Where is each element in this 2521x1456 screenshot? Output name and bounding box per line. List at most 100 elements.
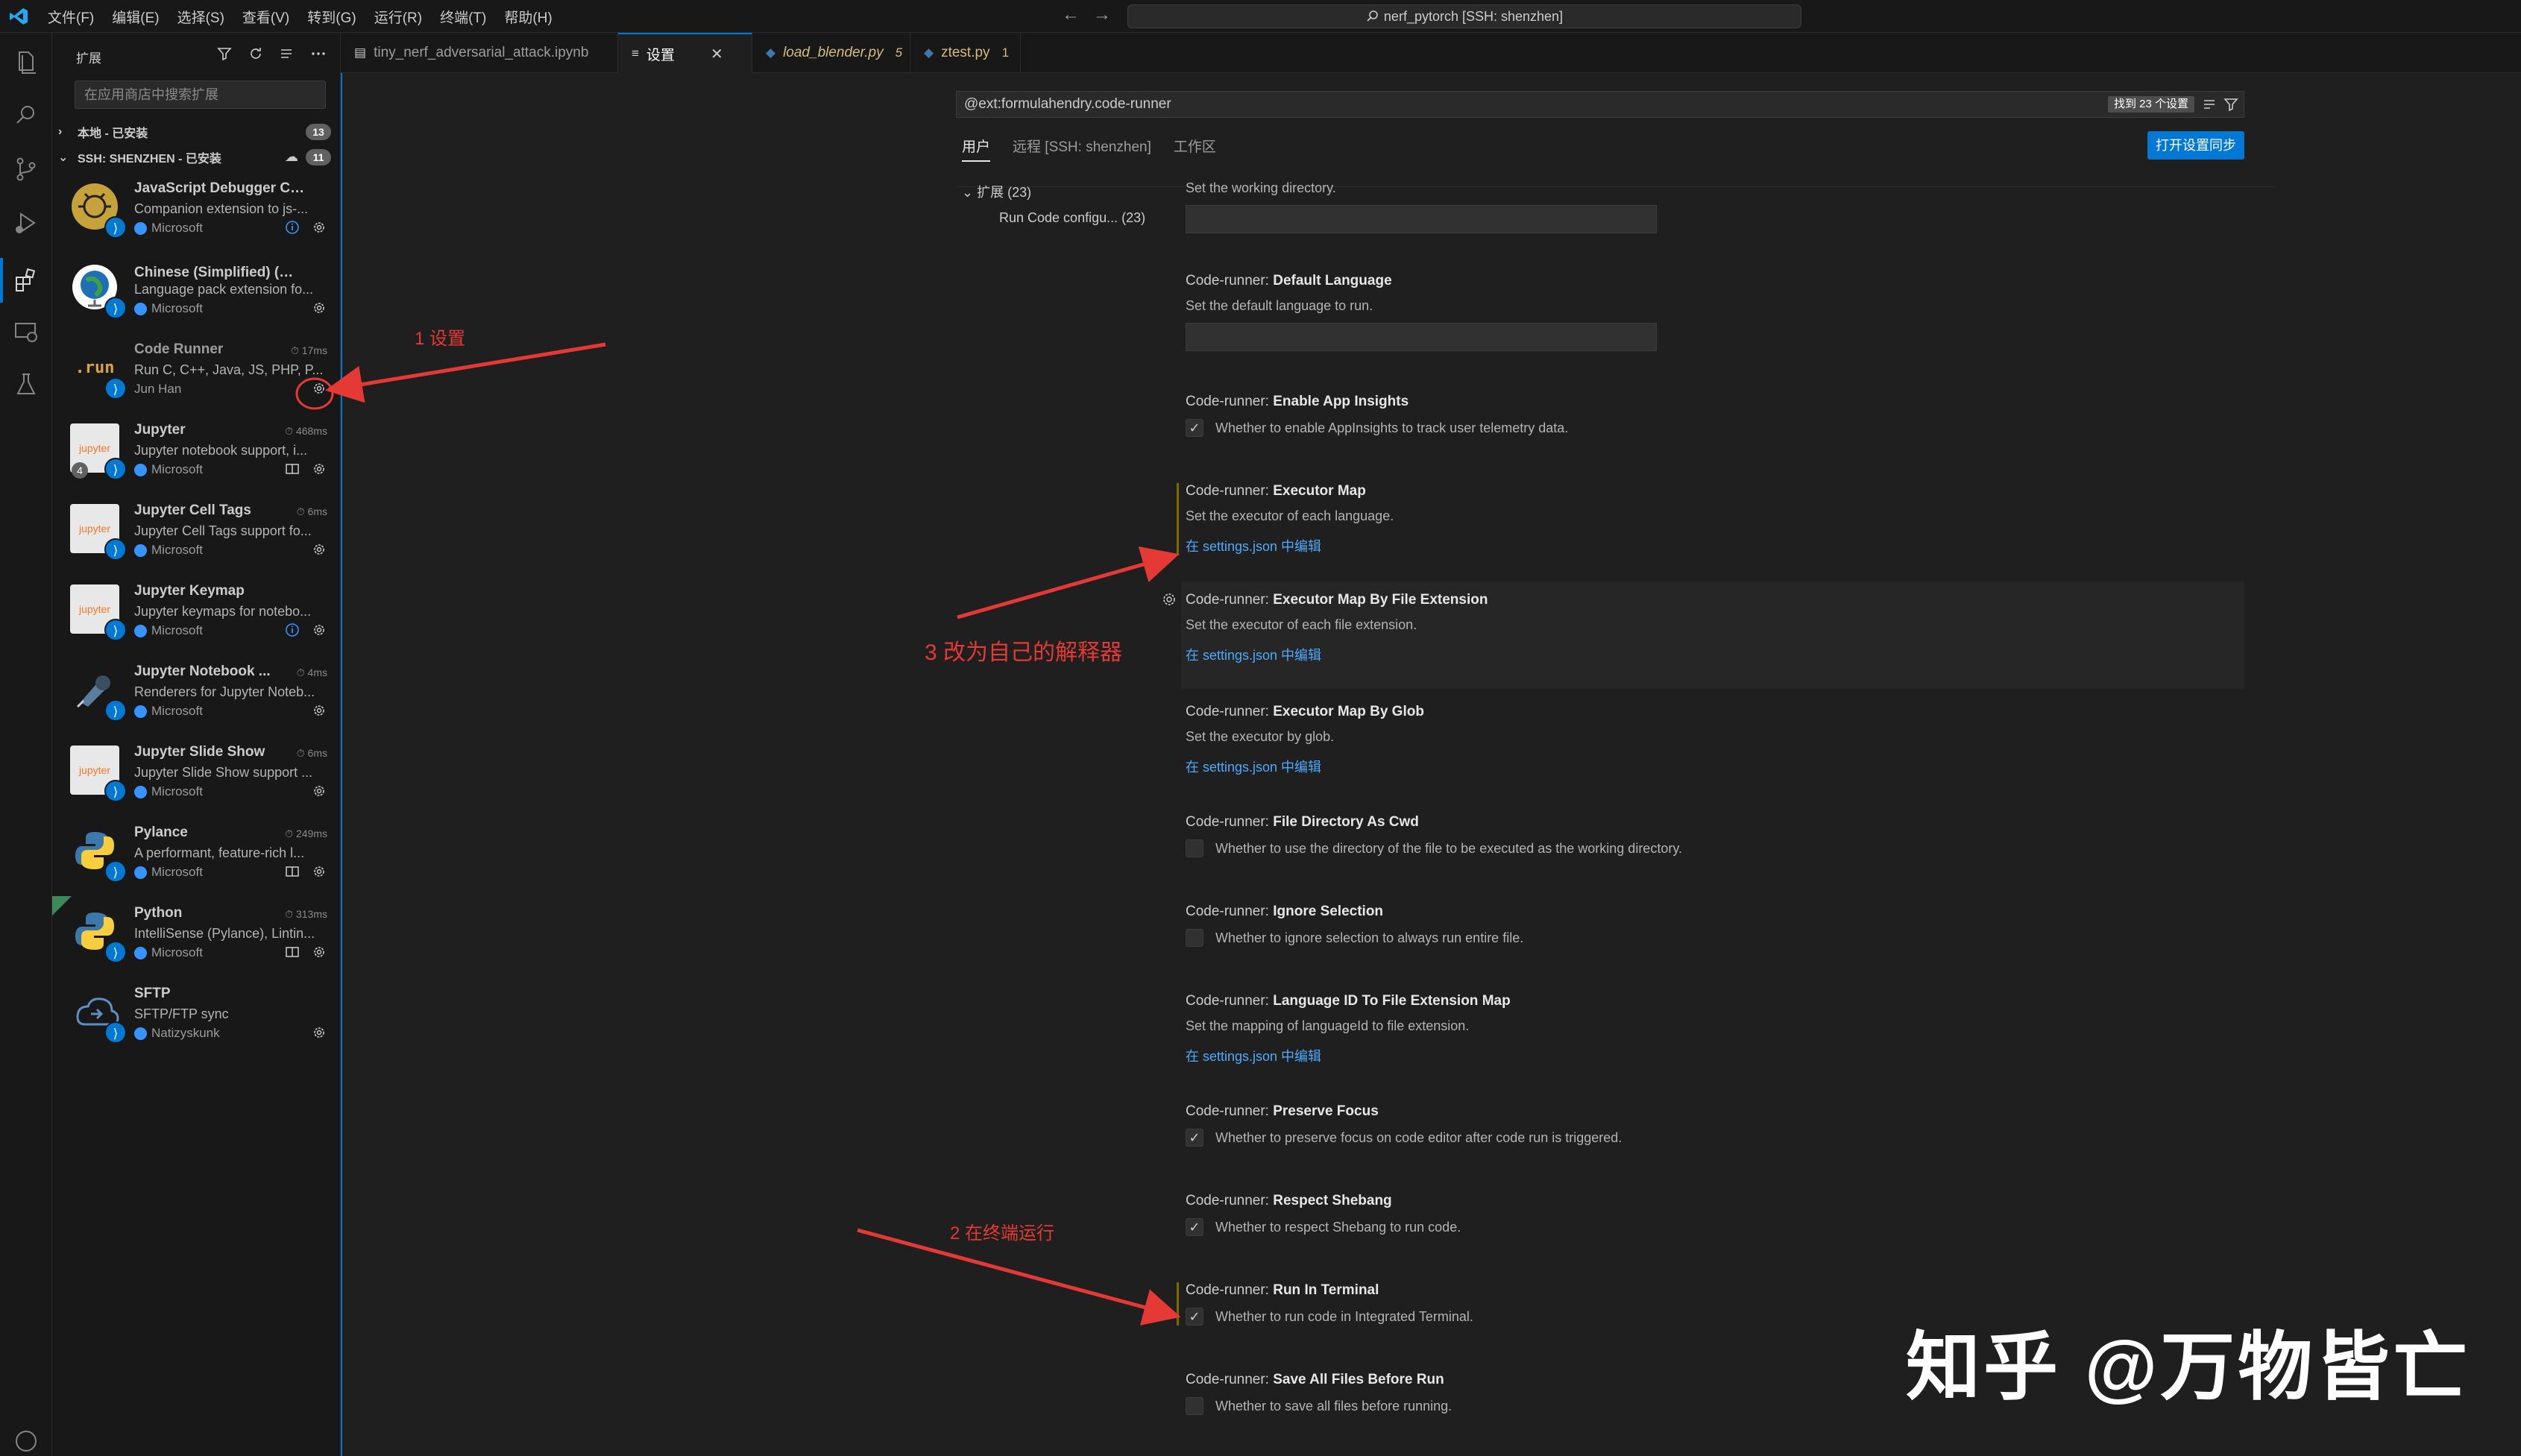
extension-item-jupyter-slide-show[interactable]: jupyter ⟩ Jupyter Slide Show ⏱ 6ms Jupyt… — [52, 735, 341, 816]
gear-icon[interactable] — [311, 944, 327, 960]
tab-ztest[interactable]: ◆ ztest.py 1 — [910, 33, 1021, 73]
setting-title: Code-runner: Preserve Focus — [1186, 1103, 2244, 1120]
tab-load-blender[interactable]: ◆ load_blender.py 5 — [752, 33, 910, 73]
gear-icon[interactable] — [311, 541, 327, 558]
extension-item-jupyter-keymap[interactable]: jupyter ⟩ Jupyter Keymap Jupyter keymaps… — [52, 574, 341, 655]
gear-icon[interactable] — [311, 783, 327, 799]
more-actions-icon[interactable] — [309, 45, 327, 63]
extension-item-code-runner[interactable]: .run ⟩ Code Runner ⏱ 17ms Run C, C++, Ja… — [52, 333, 341, 413]
remote-explorer-icon[interactable] — [10, 316, 42, 347]
settings-sync-button[interactable]: 打开设置同步 — [2147, 131, 2244, 160]
split-extension-icon[interactable] — [284, 944, 300, 960]
extension-item-jupyter-notebook-renderers[interactable]: ⟩ Jupyter Notebook ... ⏱ 4ms Renderers f… — [52, 655, 341, 735]
gear-icon[interactable] — [311, 300, 327, 316]
settings-search-input[interactable]: @ext:formulahendry.code-runner 找到 23 个设置 — [956, 91, 2244, 118]
setting-checkbox[interactable] — [1186, 1397, 1203, 1415]
close-icon[interactable]: ✕ — [711, 45, 723, 63]
search-icon[interactable] — [10, 100, 42, 131]
tab-settings[interactable]: ≡ 设置 ✕ — [618, 33, 752, 73]
setting-default-language: Code-runner: Default Language Set the de… — [1186, 273, 2244, 351]
setting-input[interactable] — [1186, 205, 1657, 233]
accounts-icon[interactable] — [10, 1425, 42, 1456]
menu-selection[interactable]: 选择(S) — [177, 7, 224, 27]
setting-checkbox[interactable] — [1186, 839, 1203, 857]
filter-icon[interactable] — [215, 45, 233, 63]
vscode-logo-icon[interactable] — [9, 7, 28, 26]
refresh-icon[interactable] — [247, 45, 265, 63]
gear-icon[interactable] — [311, 702, 327, 719]
source-control-icon[interactable] — [10, 154, 42, 185]
setting-checkbox[interactable]: ✓ — [1186, 419, 1203, 437]
extension-item-jupyter[interactable]: jupyter ⟩ 4 Jupyter ⏱ 468ms Jupyter note… — [52, 413, 341, 494]
gear-icon[interactable] — [311, 461, 327, 477]
setting-checkbox[interactable]: ✓ — [1186, 1129, 1203, 1147]
setting-input[interactable] — [1186, 323, 1657, 351]
time-value: 17ms — [301, 344, 327, 356]
forward-arrow-icon[interactable]: → — [1093, 4, 1111, 25]
extension-tools — [284, 944, 327, 960]
extension-item-js-debugger[interactable]: ⟩ JavaScript Debugger Com... Companion e… — [52, 171, 341, 252]
back-arrow-icon[interactable]: ← — [1062, 4, 1080, 25]
toc-extensions[interactable]: ⌄ 扩展 (23) — [962, 182, 1145, 201]
menu-edit[interactable]: 编辑(E) — [112, 7, 159, 27]
gear-icon[interactable] — [311, 863, 327, 880]
command-center[interactable]: nerf_pytorch [SSH: shenzhen] — [1127, 4, 1801, 28]
menu-view[interactable]: 查看(V) — [242, 7, 289, 27]
extension-publisher: Microsoft — [134, 784, 203, 799]
toc-run-code[interactable]: Run Code configu... (23) — [999, 210, 1145, 226]
run-debug-icon[interactable] — [10, 207, 42, 239]
setting-checkbox[interactable]: ✓ — [1186, 1218, 1203, 1236]
edit-in-settings-json-link[interactable]: 在 settings.json 中编辑 — [1186, 536, 2244, 555]
cloud-download-icon[interactable]: ☁ — [285, 149, 298, 165]
extensions-sidebar: 扩展 在应用商店中搜索扩展 › 本地 - 已安装 13 ⌄ SSH: SHENZ… — [52, 33, 341, 1456]
gear-icon[interactable] — [311, 380, 327, 397]
setting-checkbox[interactable]: ✓ — [1186, 1308, 1203, 1326]
group-local-installed[interactable]: › 本地 - 已安装 13 — [58, 121, 334, 143]
title-bar: 文件(F) 编辑(E) 选择(S) 查看(V) 转到(G) 运行(R) 终端(T… — [0, 0, 2521, 33]
tab-remote[interactable]: 远程 [SSH: shenzhen] — [1013, 136, 1151, 162]
menu-file[interactable]: 文件(F) — [48, 7, 94, 27]
tab-user[interactable]: 用户 — [962, 136, 991, 162]
extension-item-pylance[interactable]: ⟩ Pylance ⏱ 249ms A performant, feature-… — [52, 816, 341, 896]
tab-workspace[interactable]: 工作区 — [1174, 136, 1216, 162]
menu-run[interactable]: 运行(R) — [374, 7, 422, 27]
extension-item-python[interactable]: ⟩ Python ⏱ 313ms IntelliSense (Pylance),… — [52, 896, 341, 977]
filter-icon[interactable] — [2223, 96, 2239, 113]
extension-item-sftp[interactable]: ⟩ SFTP SFTP/FTP sync Natizyskunk — [52, 977, 341, 1057]
split-extension-icon[interactable] — [284, 863, 300, 880]
extension-search-input[interactable]: 在应用商店中搜索扩展 — [75, 81, 326, 109]
tab-label: 设置 — [646, 47, 675, 63]
split-extension-icon[interactable] — [284, 461, 300, 477]
menu-help[interactable]: 帮助(H) — [504, 7, 552, 27]
extension-item-chinese[interactable]: ⟩ Chinese (Simplified) (简体... Language p… — [52, 252, 341, 333]
extensions-icon[interactable] — [10, 264, 42, 295]
explorer-icon[interactable] — [10, 46, 42, 78]
gear-icon[interactable] — [311, 1024, 327, 1041]
publisher-name: Jun Han — [134, 382, 182, 396]
verified-icon — [134, 866, 147, 879]
gear-icon[interactable] — [311, 622, 327, 638]
edit-in-settings-json-link[interactable]: 在 settings.json 中编辑 — [1186, 757, 2244, 776]
edit-in-settings-json-link[interactable]: 在 settings.json 中编辑 — [1186, 645, 2244, 664]
setting-desc: Whether to preserve focus on code editor… — [1215, 1129, 1623, 1145]
gear-icon[interactable] — [1160, 590, 1178, 608]
group-label: 本地 - 已安装 — [78, 127, 148, 140]
group-ssh-installed[interactable]: ⌄ SSH: SHENZHEN - 已安装 ☁ 11 — [58, 146, 334, 168]
tab-notebook[interactable]: ▤ tiny_nerf_adversarial_attack.ipynb — [341, 33, 618, 73]
setting-title: Code-runner: Default Language — [1186, 273, 2244, 289]
info-icon[interactable] — [284, 219, 300, 236]
gear-icon[interactable] — [311, 219, 327, 236]
publisher-name: Microsoft — [151, 945, 203, 959]
clear-filter-icon[interactable] — [2202, 96, 2218, 113]
testing-icon[interactable] — [10, 368, 42, 400]
clear-list-icon[interactable] — [278, 45, 296, 63]
toc-label: 扩展 (23) — [977, 185, 1032, 200]
remote-badge-icon: ⟩ — [104, 458, 127, 480]
edit-in-settings-json-link[interactable]: 在 settings.json 中编辑 — [1186, 1046, 2244, 1065]
info-icon[interactable] — [284, 622, 300, 638]
menu-terminal[interactable]: 终端(T) — [440, 7, 486, 27]
menu-go[interactable]: 转到(G) — [307, 7, 356, 27]
setting-checkbox[interactable] — [1186, 929, 1203, 947]
extension-item-jupyter-cell-tags[interactable]: jupyter ⟩ Jupyter Cell Tags ⏱ 6ms Jupyte… — [52, 494, 341, 574]
activation-time: ⏱ 4ms — [296, 666, 327, 678]
